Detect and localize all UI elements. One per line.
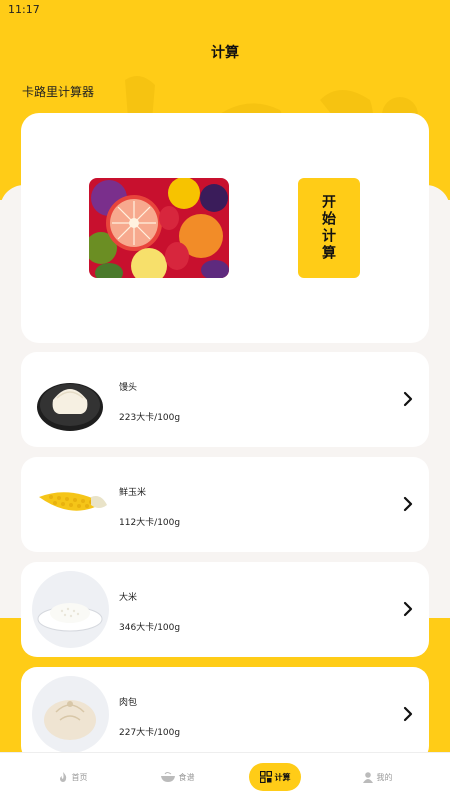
tab-profile[interactable]: 我的 [352, 763, 402, 791]
food-name: 鲜玉米 [119, 488, 147, 498]
food-name: 馒头 [119, 383, 138, 393]
tab-recipes[interactable]: 食谱 [152, 763, 202, 791]
tab-label: 食谱 [178, 772, 195, 782]
meat-bun-image [32, 676, 109, 753]
chevron-right-icon [403, 391, 413, 407]
rice-icon [37, 603, 103, 632]
start-calculation-label: 开始计算 [321, 194, 337, 262]
food-item-rice[interactable]: 大米 346大卡/100g [21, 562, 429, 657]
food-name: 肉包 [119, 698, 138, 708]
page-subtitle: 卡路里计算器 [22, 85, 95, 99]
steamed-bun-icon [37, 383, 103, 431]
chevron-right-icon [403, 706, 413, 722]
meat-bun-icon [44, 700, 96, 740]
bottom-tab-bar: 首页 食谱 计算 我的 [0, 752, 450, 801]
tab-home[interactable]: 首页 [47, 763, 97, 791]
tab-label: 首页 [71, 772, 88, 782]
calculator-card: 开始计算 [21, 113, 429, 343]
chevron-right-icon [403, 601, 413, 617]
food-item-meat-bun[interactable]: 肉包 227大卡/100g [21, 667, 429, 762]
fruit-image [89, 178, 229, 278]
food-item-mantou[interactable]: 馒头 223大卡/100g [21, 352, 429, 447]
start-calculation-button[interactable]: 开始计算 [298, 178, 360, 278]
food-calories: 223大卡/100g [119, 413, 181, 423]
corn-icon [39, 492, 107, 511]
flame-icon [59, 772, 66, 782]
food-item-corn[interactable]: 鲜玉米 112大卡/100g [21, 457, 429, 552]
tab-label: 计算 [274, 772, 291, 782]
tab-label: 我的 [376, 772, 393, 782]
page-title: 计算 [211, 45, 239, 61]
food-calories: 346大卡/100g [119, 623, 181, 633]
bowl-icon [160, 772, 175, 782]
status-time: 11:17 [8, 3, 40, 16]
rice-image [32, 571, 109, 648]
user-icon [362, 772, 373, 783]
chevron-right-icon [403, 496, 413, 512]
food-calories: 112大卡/100g [119, 518, 181, 528]
grid-icon [259, 771, 272, 783]
food-calories: 227大卡/100g [119, 728, 181, 738]
tab-calculate[interactable]: 计算 [249, 763, 301, 791]
food-name: 大米 [119, 593, 138, 603]
